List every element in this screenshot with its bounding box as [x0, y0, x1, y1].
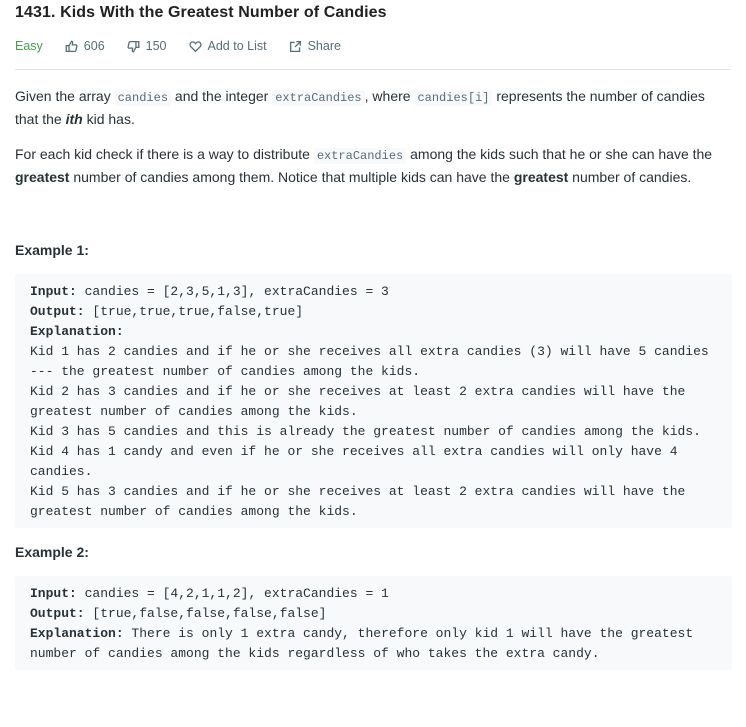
problem-description: Given the array candies and the integer …: [15, 86, 732, 670]
like-count: 606: [83, 39, 105, 53]
share-label: Share: [307, 39, 341, 53]
emphasis: greatest: [15, 169, 70, 185]
text: and the integer: [171, 88, 273, 104]
example-2-block: Input: candies = [4,2,1,1,2], extraCandi…: [15, 576, 732, 670]
add-to-list-button[interactable]: Add to List: [188, 39, 267, 53]
text: kid has.: [82, 111, 135, 127]
text: , where: [364, 88, 415, 104]
output-value: [true,false,false,false,false]: [84, 606, 327, 621]
explanation-text: Kid 1 has 2 candies and if he or she rec…: [30, 344, 709, 519]
explanation-label: Explanation:: [30, 324, 124, 339]
input-value: candies = [2,3,5,1,3], extraCandies = 3: [76, 284, 389, 299]
explanation-text: There is only 1 extra candy, therefore o…: [30, 626, 701, 661]
emphasis: greatest: [513, 169, 569, 185]
share-button[interactable]: Share: [289, 39, 341, 53]
inline-code: extraCandies: [272, 90, 365, 106]
heart-icon: [188, 40, 202, 52]
text: number of candies.: [568, 169, 692, 185]
text: number of candies among them. Notice tha…: [69, 169, 514, 185]
description-paragraph-2: For each kid check if there is a way to …: [15, 144, 731, 188]
emphasis: ith: [65, 111, 83, 127]
text: among the kids such that he or she can h…: [406, 146, 713, 162]
problem-panel: 1431. Kids With the Greatest Number of C…: [0, 0, 746, 670]
like-button[interactable]: 606: [65, 39, 105, 53]
output-label: Output:: [30, 304, 85, 319]
share-icon: [289, 40, 301, 52]
inline-code: candies[i]: [414, 90, 493, 106]
dislike-count: 150: [145, 39, 167, 53]
explanation-label: Explanation:: [30, 626, 124, 641]
text: For each kid check if there is a way to …: [15, 146, 314, 162]
example-2-title: Example 2:: [15, 544, 89, 560]
difficulty-label: Easy: [15, 39, 43, 53]
example-1-block: Input: candies = [2,3,5,1,3], extraCandi…: [15, 274, 732, 528]
input-label: Input:: [30, 284, 77, 299]
inline-code: candies: [114, 90, 172, 106]
example-1-title: Example 1:: [15, 242, 89, 258]
problem-meta-bar: Easy 606 150 Add to List Share: [15, 37, 731, 55]
description-paragraph-1: Given the array candies and the integer …: [15, 86, 731, 130]
input-label: Input:: [30, 586, 77, 601]
add-to-list-label: Add to List: [207, 39, 267, 53]
thumbs-down-icon: [127, 40, 140, 52]
text: Given the array: [15, 88, 115, 104]
thumbs-up-icon: [65, 40, 78, 52]
problem-title: 1431. Kids With the Greatest Number of C…: [15, 4, 387, 21]
dislike-button[interactable]: 150: [127, 39, 167, 53]
output-value: [true,true,true,false,true]: [84, 304, 304, 319]
header-divider: [15, 69, 731, 70]
input-value: candies = [4,2,1,1,2], extraCandies = 1: [76, 586, 389, 601]
inline-code: extraCandies: [313, 148, 407, 164]
output-label: Output:: [30, 606, 85, 621]
